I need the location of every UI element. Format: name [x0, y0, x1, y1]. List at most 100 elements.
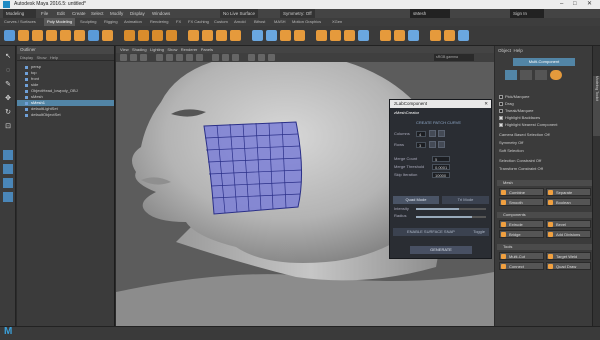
vp-menu-renderer[interactable]: Renderer — [181, 47, 198, 52]
cube-icon[interactable] — [18, 30, 29, 41]
mesh-patch[interactable] — [203, 121, 303, 215]
vp-menu-panels[interactable]: Panels — [201, 47, 213, 52]
menu-create[interactable]: Create — [72, 9, 86, 18]
cone-icon[interactable] — [46, 30, 57, 41]
shelf-tab-fx[interactable]: FX — [176, 18, 181, 26]
surface-snap-row[interactable]: ENABLE SURFACE SNAP Toggle — [393, 228, 489, 236]
highlight-backfaces-check[interactable]: Highlight Backfaces — [499, 115, 540, 121]
bridge-icon[interactable] — [202, 30, 213, 41]
shadows-icon[interactable] — [212, 54, 219, 61]
workspace-dropdown[interactable]: Modeling — [3, 9, 36, 18]
multi-component-button[interactable]: Multi-Component — [513, 58, 575, 66]
mesh-name-field[interactable]: sMesh — [410, 9, 450, 18]
bookmark-icon[interactable] — [140, 54, 147, 61]
outliner-menu-display[interactable]: Display — [20, 55, 33, 60]
xray-icon[interactable] — [258, 54, 265, 61]
lights-icon[interactable] — [196, 54, 203, 61]
ipr-icon[interactable] — [444, 30, 455, 41]
cylinder-icon[interactable] — [32, 30, 43, 41]
shelf-tab-motion-graphics[interactable]: Motion Graphics — [292, 18, 321, 26]
dialog-title-bar[interactable]: zLabComponent ✕ — [390, 100, 491, 108]
pick-marquee-check[interactable]: Pick/Marquee — [499, 94, 529, 100]
vp-menu-view[interactable]: View — [120, 47, 129, 52]
symmetry-row[interactable]: Symmetry Off — [499, 140, 523, 146]
section-tools[interactable]: Tools — [497, 244, 592, 250]
outliner-layout-icon[interactable] — [3, 192, 13, 202]
columns-down-icon[interactable] — [438, 130, 445, 137]
four-view-icon[interactable] — [3, 164, 13, 174]
dialog-tab[interactable]: zMeshCreator — [394, 110, 419, 116]
highlight-nearest-check[interactable]: Highlight Nearest Component — [499, 122, 557, 128]
merge-threshold-field[interactable]: 0.0001 — [432, 164, 450, 170]
soft-mod-icon[interactable] — [380, 30, 391, 41]
shelf-tab-xgen[interactable]: XGen — [332, 18, 342, 26]
bevel-button[interactable]: Bevel — [546, 220, 591, 228]
merge-count-field[interactable]: 5 — [432, 156, 450, 162]
disc-icon[interactable] — [88, 30, 99, 41]
tweak-marquee-check[interactable]: Tweak/Marquee — [499, 108, 533, 114]
lattice-icon[interactable] — [394, 30, 405, 41]
shelf-tab-curves[interactable]: Curves / Surfaces — [4, 18, 36, 26]
planar-map-icon[interactable] — [330, 30, 341, 41]
vp-menu-lighting[interactable]: Lighting — [150, 47, 164, 52]
smooth-icon[interactable] — [152, 30, 163, 41]
hypershade-icon[interactable] — [458, 30, 469, 41]
textured-icon[interactable] — [186, 54, 193, 61]
rows-field[interactable]: 3 — [416, 142, 426, 148]
ao-icon[interactable] — [222, 54, 229, 61]
rows-down-icon[interactable] — [438, 141, 445, 148]
rp-menu-object[interactable]: Object — [498, 48, 511, 53]
fill-hole-icon[interactable] — [230, 30, 241, 41]
platonic-icon[interactable] — [102, 30, 113, 41]
dialog-close-icon[interactable]: ✕ — [484, 100, 488, 108]
shelf-tab-rigging[interactable]: Rigging — [104, 18, 118, 26]
lasso-tool-icon[interactable]: ◌ — [3, 66, 13, 76]
layout-icon[interactable] — [3, 178, 13, 188]
xray-joints-icon[interactable] — [268, 54, 275, 61]
outliner-item-object-set[interactable]: defaultObjectSet — [17, 112, 114, 118]
tri-mode-button[interactable]: Tri Mode — [442, 196, 489, 204]
quad-draw-icon[interactable] — [280, 30, 291, 41]
shelf-tab-rendering[interactable]: Rendering — [150, 18, 168, 26]
combine-icon[interactable] — [124, 30, 135, 41]
shelf-tab-bifrost[interactable]: Bifrost — [254, 18, 265, 26]
close-icon[interactable]: ✕ — [587, 0, 592, 9]
transform-constraint-row[interactable]: Transform Constraint Off — [499, 166, 543, 172]
shelf-tab-fx-caching[interactable]: FX Caching — [188, 18, 209, 26]
skip-iteration-field[interactable]: 10000 — [432, 172, 450, 178]
plane-icon[interactable] — [60, 30, 71, 41]
section-mesh[interactable]: Mesh — [497, 180, 592, 186]
vp-menu-show[interactable]: Show — [167, 47, 177, 52]
gamma-field[interactable]: sRGB gamma — [434, 54, 474, 61]
modeling-toolkit-tab[interactable]: Modeling Toolkit — [593, 76, 600, 136]
minimize-icon[interactable]: – — [560, 0, 563, 9]
menu-display[interactable]: Display — [130, 9, 145, 18]
add-divisions-button[interactable]: Add Divisions — [546, 230, 591, 238]
shelf-tab-animation[interactable]: Animation — [124, 18, 142, 26]
section-components[interactable]: Components — [497, 212, 592, 218]
camera-attr-icon[interactable] — [130, 54, 137, 61]
torus-icon[interactable] — [74, 30, 85, 41]
rotate-tool-icon[interactable]: ↻ — [3, 108, 13, 118]
maximize-icon[interactable]: □ — [573, 0, 577, 9]
quad-mode-button[interactable]: Quad Mode — [393, 196, 439, 204]
boolean-button[interactable]: Boolean — [546, 198, 591, 206]
uv-editor-icon[interactable] — [316, 30, 327, 41]
auto-map-icon[interactable] — [344, 30, 355, 41]
symmetry-field[interactable]: Symmetry: Off — [280, 9, 315, 18]
shelf-tab-mash[interactable]: MASH — [274, 18, 286, 26]
quad-draw-button[interactable]: Quad Draw — [546, 262, 591, 270]
isolate-icon[interactable] — [248, 54, 255, 61]
single-view-icon[interactable] — [3, 150, 13, 160]
generate-button[interactable]: GENERATE — [410, 246, 472, 254]
scale-tool-icon[interactable]: ⊡ — [3, 122, 13, 132]
radius-slider[interactable] — [416, 216, 486, 218]
select-tool-icon[interactable]: ↖ — [3, 52, 13, 62]
sphere-icon[interactable] — [4, 30, 15, 41]
unfold-icon[interactable] — [358, 30, 369, 41]
outliner-menu-help[interactable]: Help — [50, 55, 58, 60]
face-mode-icon[interactable] — [535, 70, 547, 80]
snap-icon[interactable] — [408, 30, 419, 41]
rows-up-icon[interactable] — [429, 141, 436, 148]
live-surface-field[interactable]: No Live Surface — [220, 9, 259, 18]
